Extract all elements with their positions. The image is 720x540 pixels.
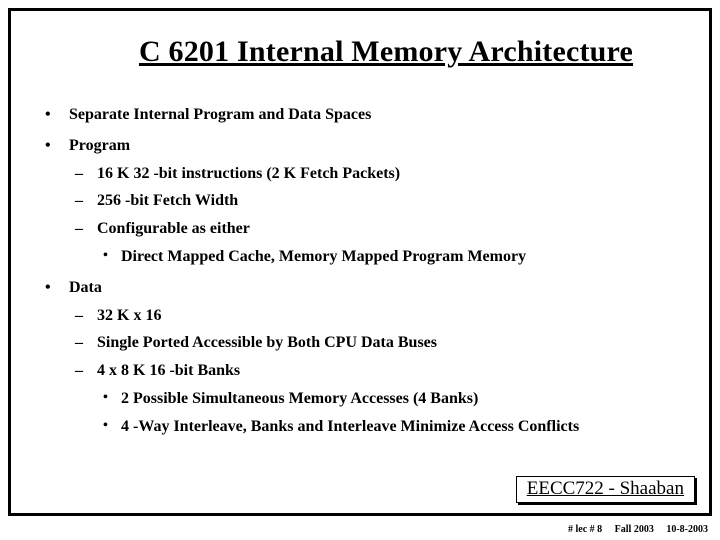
footer-course-box: EECC722 - Shaaban (516, 476, 695, 503)
list-item: Configurable as either Direct Mapped Cac… (69, 217, 691, 270)
bullet-text: 4 -Way Interleave, Banks and Interleave … (121, 418, 579, 435)
bullet-text: Configurable as either (97, 220, 250, 237)
footer-meta: # lec # 8 Fall 2003 10-8-2003 (558, 524, 708, 535)
bullet-text: 16 K 32 -bit instructions (2 K Fetch Pac… (97, 165, 400, 182)
bullet-text: Data (69, 279, 102, 296)
bullet-text: 32 K x 16 (97, 307, 161, 324)
bullet-text: Program (69, 137, 130, 154)
footer-term: Fall 2003 (615, 524, 654, 535)
sublist: Direct Mapped Cache, Memory Mapped Progr… (97, 245, 691, 270)
footer-date: 10-8-2003 (666, 524, 708, 535)
list-item: 2 Possible Simultaneous Memory Accesses … (97, 387, 691, 412)
list-item: Separate Internal Program and Data Space… (41, 103, 691, 128)
footer-course: EECC722 - Shaaban (527, 478, 684, 499)
list-item: 32 K x 16 (69, 304, 691, 329)
list-item: Program 16 K 32 -bit instructions (2 K F… (41, 134, 691, 270)
list-item: Single Ported Accessible by Both CPU Dat… (69, 331, 691, 356)
bullet-text: Separate Internal Program and Data Space… (69, 106, 371, 123)
slide-frame: C 6201 Internal Memory Architecture Sepa… (8, 8, 712, 516)
list-item: Data 32 K x 16 Single Ported Accessible … (41, 276, 691, 440)
bullet-list: Separate Internal Program and Data Space… (41, 103, 691, 440)
bullet-text: Direct Mapped Cache, Memory Mapped Progr… (121, 248, 526, 265)
footer-slide: # lec # 8 (568, 524, 602, 535)
sublist: 16 K 32 -bit instructions (2 K Fetch Pac… (69, 162, 691, 270)
list-item: 4 -Way Interleave, Banks and Interleave … (97, 415, 691, 440)
sublist: 32 K x 16 Single Ported Accessible by Bo… (69, 304, 691, 440)
bullet-text: 256 -bit Fetch Width (97, 192, 238, 209)
bullet-text: Single Ported Accessible by Both CPU Dat… (97, 334, 437, 351)
list-item: 256 -bit Fetch Width (69, 189, 691, 214)
bullet-text: 4 x 8 K 16 -bit Banks (97, 362, 240, 379)
list-item: Direct Mapped Cache, Memory Mapped Progr… (97, 245, 691, 270)
list-item: 4 x 8 K 16 -bit Banks 2 Possible Simulta… (69, 359, 691, 439)
sublist: 2 Possible Simultaneous Memory Accesses … (97, 387, 691, 440)
slide-title: C 6201 Internal Memory Architecture (81, 35, 691, 69)
bullet-text: 2 Possible Simultaneous Memory Accesses … (121, 390, 478, 407)
list-item: 16 K 32 -bit instructions (2 K Fetch Pac… (69, 162, 691, 187)
